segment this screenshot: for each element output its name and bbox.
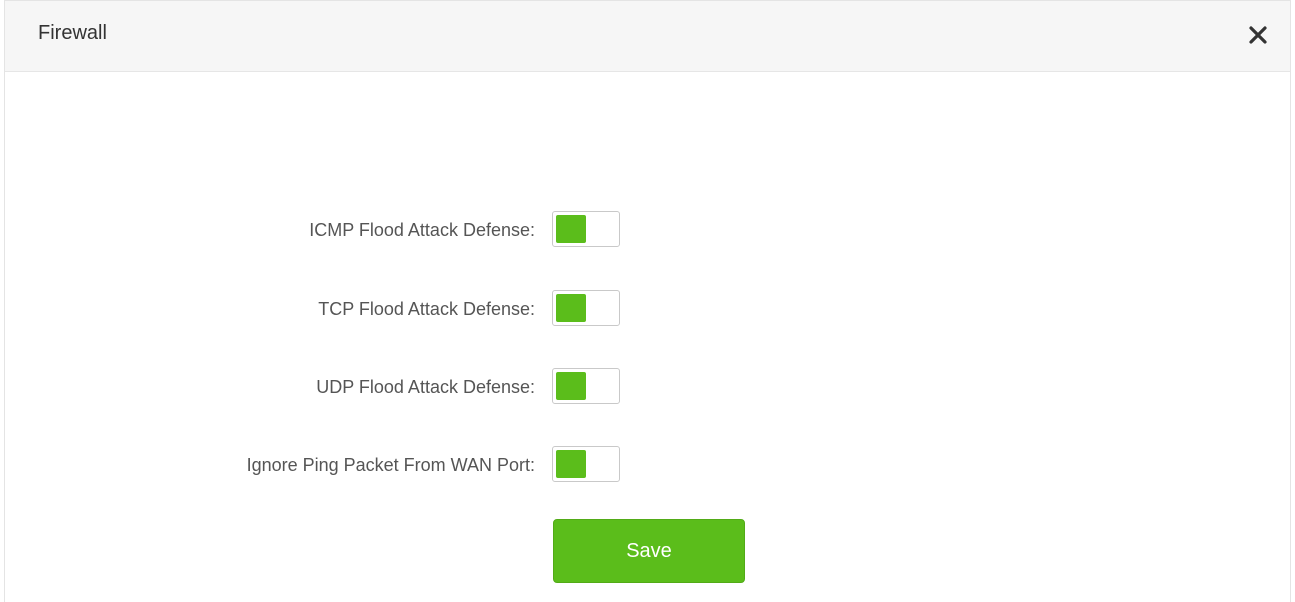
icmp-flood-label: ICMP Flood Attack Defense: [309, 220, 535, 240]
close-icon [1246, 23, 1270, 47]
ignore-ping-label: Ignore Ping Packet From WAN Port: [246, 455, 535, 475]
close-button[interactable] [1246, 23, 1270, 47]
toggle-on-indicator [556, 294, 586, 322]
setting-row-icmp: ICMP Flood Attack Defense: [5, 211, 1292, 249]
save-button[interactable]: Save [553, 519, 745, 583]
udp-flood-toggle[interactable] [552, 368, 620, 404]
tcp-flood-label: TCP Flood Attack Defense: [318, 299, 535, 319]
dialog-title: Firewall [38, 22, 107, 44]
toggle-on-indicator [556, 450, 586, 478]
udp-flood-label: UDP Flood Attack Defense: [316, 377, 535, 397]
setting-row-ignore-ping: Ignore Ping Packet From WAN Port: [5, 446, 1292, 484]
setting-row-udp: UDP Flood Attack Defense: [5, 368, 1292, 406]
ignore-ping-toggle[interactable] [552, 446, 620, 482]
icmp-flood-toggle[interactable] [552, 211, 620, 247]
dialog-header: Firewall [5, 1, 1290, 72]
toggle-on-indicator [556, 215, 586, 243]
tcp-flood-toggle[interactable] [552, 290, 620, 326]
setting-row-tcp: TCP Flood Attack Defense: [5, 290, 1292, 328]
firewall-dialog: Firewall ICMP Flood Attack Defense: TCP … [4, 0, 1291, 602]
toggle-on-indicator [556, 372, 586, 400]
